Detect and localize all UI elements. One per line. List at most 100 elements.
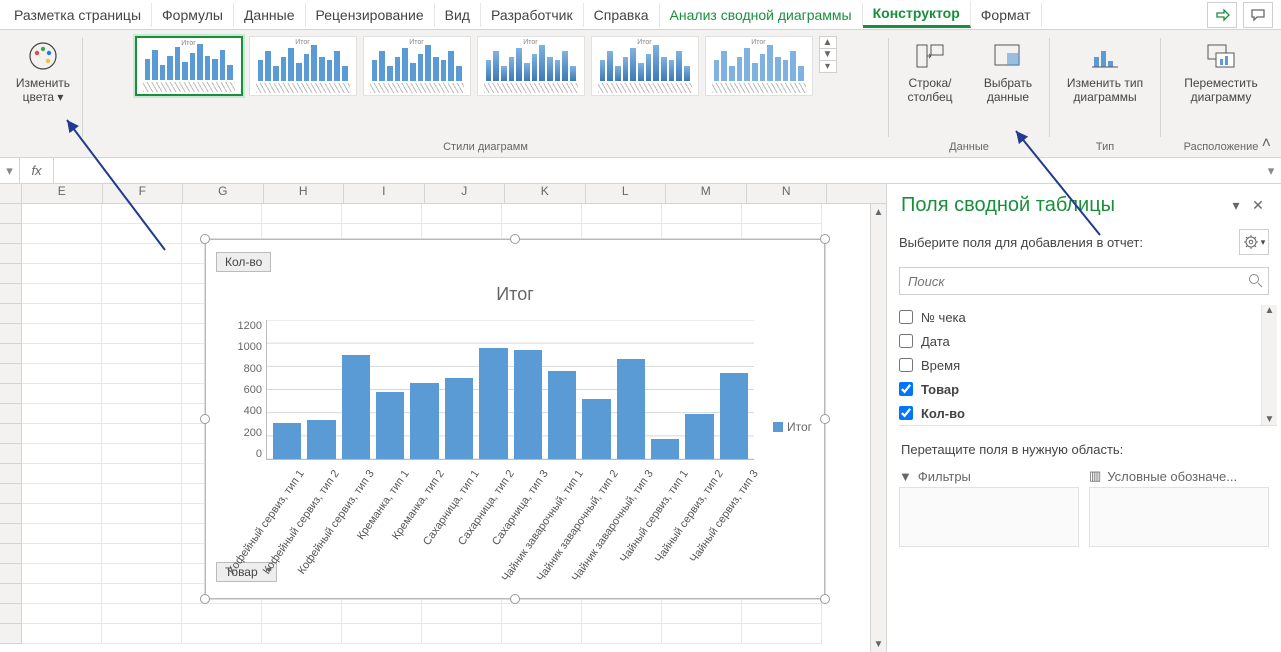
col-header-L[interactable]: L (586, 184, 667, 203)
select-data-button[interactable]: Выбрать данные (972, 34, 1044, 104)
move-chart-l1: Переместить (1184, 76, 1258, 90)
chevron-down-icon: ▾ (1261, 237, 1266, 248)
move-chart-button[interactable]: Переместить диаграмму (1166, 34, 1276, 104)
pivot-chart-object[interactable]: Кол-во Товар Итог 120010008006004002000 … (205, 239, 825, 599)
chart-style-thumb-2[interactable]: Итог (249, 36, 357, 96)
chart-legend[interactable]: Итог (773, 420, 812, 434)
field-goods: Товар (899, 377, 1277, 401)
change-type-l2: диаграммы (1073, 90, 1136, 104)
vertical-scrollbar[interactable]: ▲ ▼ (870, 204, 886, 652)
scroll-up-icon[interactable]: ▲ (871, 204, 886, 220)
formula-bar: ▾ fx ▾ (0, 158, 1281, 184)
col-header-H[interactable]: H (264, 184, 345, 203)
fx-icon[interactable]: fx (20, 158, 54, 183)
chart-bars (267, 320, 754, 459)
gear-icon (1243, 234, 1259, 250)
filters-title: Фильтры (918, 469, 971, 484)
group-label-data: Данные (895, 139, 1043, 157)
ribbon-body: Изменить цвета ▾ ИтогИтогИтогИтогИтогИто… (0, 30, 1281, 158)
tab-pivotchart-analyze[interactable]: Анализ сводной диаграммы (660, 3, 863, 27)
styles-gallery-more-button[interactable]: ▲▼▾ (819, 36, 837, 73)
pane-close-button[interactable]: ✕ (1247, 197, 1269, 214)
change-chart-type-button[interactable]: Изменить тип диаграммы (1055, 34, 1155, 104)
pivot-fields-pane: Поля сводной таблицы ▾ ✕ Выберите поля д… (886, 184, 1281, 652)
group-label-type: Тип (1056, 139, 1154, 157)
col-header-I[interactable]: I (344, 184, 425, 203)
legends-title: Условные обозначе... (1107, 469, 1237, 484)
legend-swatch-icon (773, 422, 783, 432)
tab-formulas[interactable]: Формулы (152, 3, 234, 27)
chart-field-qty-button[interactable]: Кол-во (216, 252, 271, 272)
spreadsheet-area[interactable]: EFGHIJKLMN ▲ ▼ Кол-во Товар Итог 1200100… (0, 184, 886, 652)
fields-search-input[interactable] (899, 267, 1269, 295)
chart-style-thumb-6[interactable]: Итог (705, 36, 813, 96)
switch-rc-l2: столбец (907, 90, 952, 104)
col-header-M[interactable]: M (666, 184, 747, 203)
collapse-ribbon-button[interactable]: ˄ (1262, 135, 1271, 153)
filter-icon: ▼ (899, 469, 912, 484)
field-time: Время (899, 353, 1277, 377)
col-header-N[interactable]: N (747, 184, 828, 203)
chart-style-thumb-1[interactable]: Итог (135, 36, 243, 96)
tab-data[interactable]: Данные (234, 3, 306, 27)
col-header-J[interactable]: J (425, 184, 506, 203)
tab-review[interactable]: Рецензирование (306, 3, 435, 27)
select-data-l2: данные (987, 90, 1029, 104)
pane-layout-button[interactable]: ▾ (1239, 229, 1269, 255)
field-check-number: № чека (899, 305, 1277, 329)
field-qty: Кол-во (899, 401, 1277, 425)
chart-plot-area[interactable] (266, 320, 754, 460)
switch-row-column-button[interactable]: Строка/ столбец (894, 34, 966, 104)
namebox-dropdown[interactable]: ▾ (0, 158, 20, 183)
comments-button[interactable] (1243, 2, 1273, 28)
col-header-K[interactable]: K (505, 184, 586, 203)
share-button[interactable] (1207, 2, 1237, 28)
legends-drop-area[interactable]: ▥ Условные обозначе... (1089, 465, 1269, 547)
tab-pagelayout[interactable]: Разметка страницы (4, 3, 152, 27)
move-chart-icon (1203, 38, 1239, 74)
select-data-l1: Выбрать (984, 76, 1032, 90)
col-header-E[interactable]: E (22, 184, 103, 203)
tab-design[interactable]: Конструктор (863, 1, 971, 28)
scroll-down-icon[interactable]: ▼ (871, 636, 886, 652)
tab-help[interactable]: Справка (584, 3, 660, 27)
change-colors-label-1: Изменить (16, 76, 70, 90)
field-list[interactable]: № чека Дата Время Товар Кол-во ▲▼ (899, 305, 1277, 426)
columns-icon: ▥ (1089, 468, 1101, 484)
formula-input[interactable] (54, 158, 1261, 183)
pane-title: Поля сводной таблицы (901, 194, 1225, 217)
col-header-G[interactable]: G (183, 184, 264, 203)
change-type-l1: Изменить тип (1067, 76, 1143, 90)
change-colors-label-2: цвета ▾ (23, 90, 64, 104)
select-data-icon (990, 38, 1026, 74)
tab-developer[interactable]: Разработчик (481, 3, 584, 27)
change-type-icon (1087, 38, 1123, 74)
chart-y-axis: 120010008006004002000 (230, 320, 262, 460)
switch-rc-l1: Строка/ (908, 76, 951, 90)
chart-styles-gallery[interactable]: ИтогИтогИтогИтогИтогИтог▲▼▾ (135, 34, 837, 139)
tab-format[interactable]: Формат (971, 3, 1042, 27)
chart-title[interactable]: Итог (206, 284, 824, 305)
chart-style-thumb-3[interactable]: Итог (363, 36, 471, 96)
group-label-styles: Стили диаграмм (89, 139, 882, 157)
group-label-location: Расположение (1167, 139, 1275, 157)
tab-view[interactable]: Вид (435, 3, 481, 27)
change-colors-button[interactable]: Изменить цвета ▾ (7, 34, 79, 104)
filters-drop-area[interactable]: ▼ Фильтры (899, 465, 1079, 547)
column-headers[interactable]: EFGHIJKLMN (0, 184, 886, 204)
legend-label: Итог (787, 420, 812, 434)
field-date: Дата (899, 329, 1277, 353)
search-icon (1247, 272, 1263, 291)
palette-icon (25, 38, 61, 74)
switch-rc-icon (912, 38, 948, 74)
dropareas-label: Перетащите поля в нужную область: (887, 426, 1281, 465)
chart-style-thumb-4[interactable]: Итог (477, 36, 585, 96)
select-all-corner[interactable] (0, 184, 22, 203)
chart-style-thumb-5[interactable]: Итог (591, 36, 699, 96)
fields-scrollbar[interactable]: ▲▼ (1261, 305, 1277, 425)
col-header-F[interactable]: F (103, 184, 184, 203)
ribbon-tabs: Разметка страницы Формулы Данные Рецензи… (0, 0, 1281, 30)
pane-menu-button[interactable]: ▾ (1225, 197, 1247, 214)
move-chart-l2: диаграмму (1191, 90, 1252, 104)
formula-expand-button[interactable]: ▾ (1261, 163, 1281, 179)
